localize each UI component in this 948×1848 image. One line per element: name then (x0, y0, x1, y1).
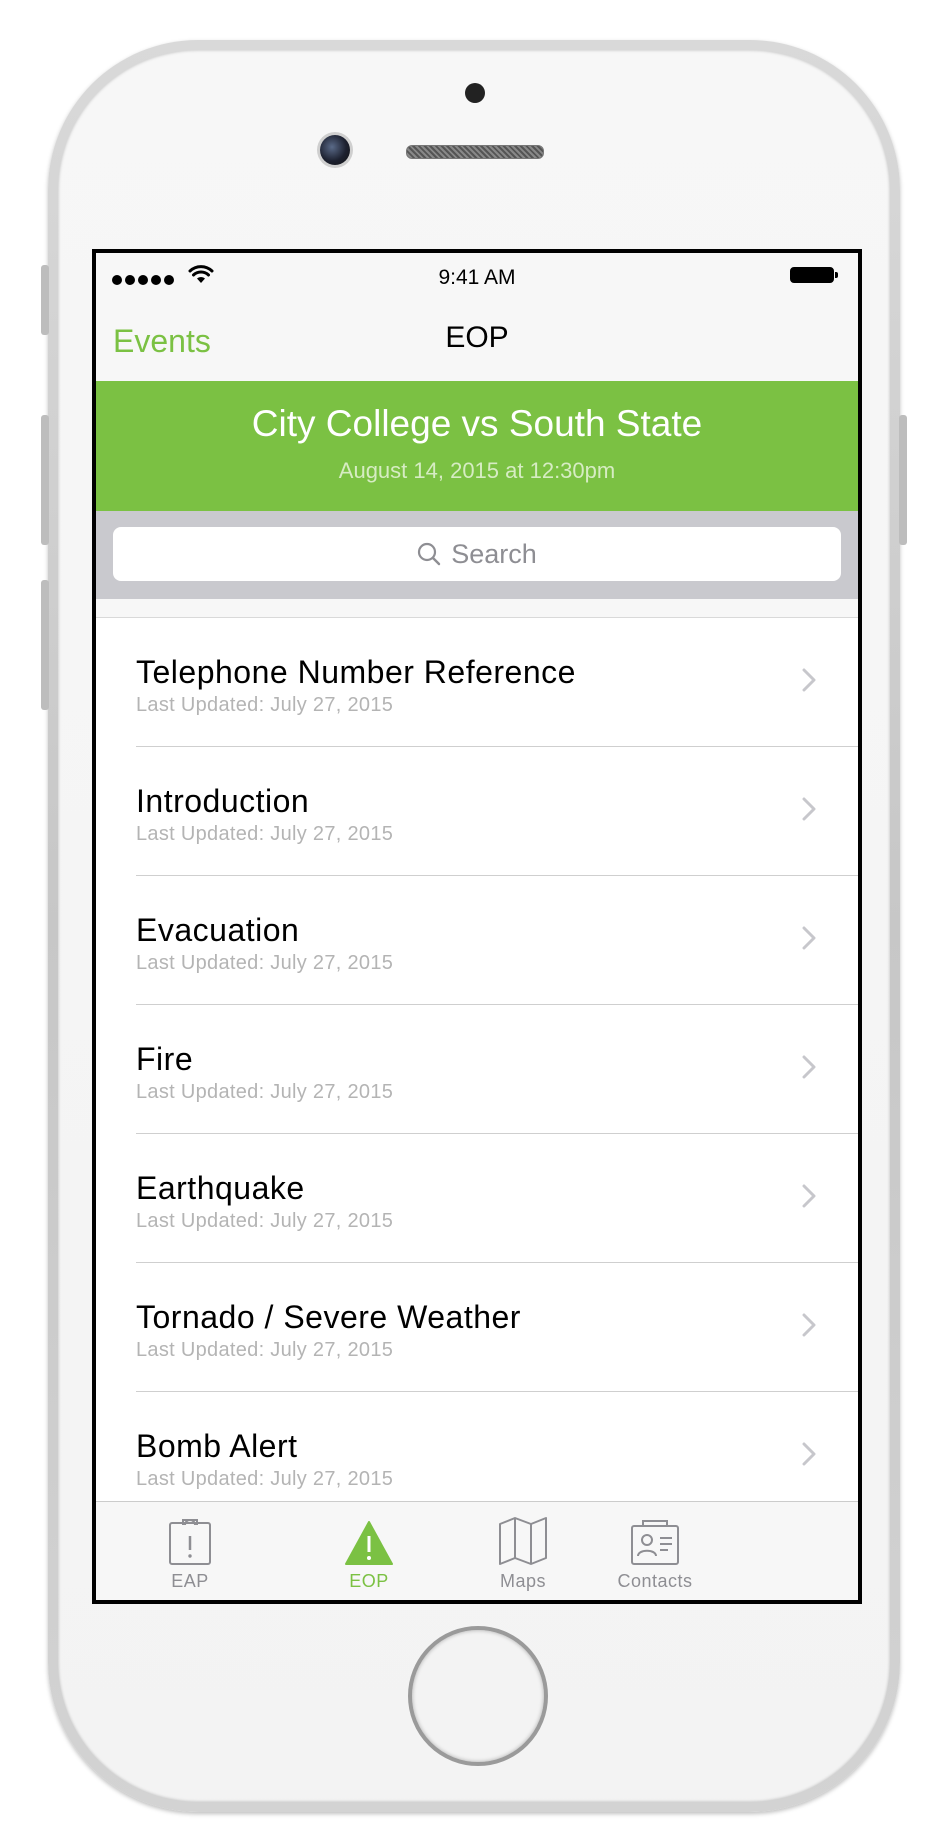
tab-eop[interactable]: EOP (294, 1502, 444, 1600)
chevron-right-icon (802, 797, 816, 821)
item-title: Bomb Alert (136, 1428, 298, 1464)
eop-list: Telephone Number Reference Last Updated:… (96, 618, 858, 1521)
chevron-right-icon (802, 668, 816, 692)
item-title: Evacuation (136, 912, 300, 948)
list-header-spacer (96, 599, 858, 618)
chevron-right-icon (802, 1184, 816, 1208)
search-placeholder: Search (451, 538, 537, 569)
item-last-updated: Last Updated: July 27, 2015 (136, 1468, 394, 1490)
status-time: 9:41 AM (438, 266, 516, 289)
item-last-updated: Last Updated: July 27, 2015 (136, 952, 394, 974)
search-icon (418, 542, 441, 566)
front-camera-icon (320, 135, 350, 165)
tab-label: EOP (349, 1571, 389, 1591)
chevron-right-icon (802, 1055, 816, 1079)
list-item[interactable]: Evacuation Last Updated: July 27, 2015 (96, 876, 858, 1005)
home-button[interactable] (408, 1626, 548, 1766)
map-icon (499, 1517, 547, 1565)
clipboard-alert-icon (169, 1519, 211, 1565)
list-item[interactable]: Earthquake Last Updated: July 27, 2015 (96, 1134, 858, 1263)
search-input[interactable]: Search (113, 527, 841, 581)
item-title: Tornado / Severe Weather (136, 1299, 521, 1335)
status-bar: 9:41 AM (96, 253, 858, 293)
item-last-updated: Last Updated: July 27, 2015 (136, 694, 394, 716)
item-last-updated: Last Updated: July 27, 2015 (136, 1210, 394, 1232)
power-button (899, 415, 907, 545)
navigation-bar: Events EOP (96, 293, 858, 381)
list-item[interactable]: Telephone Number Reference Last Updated:… (96, 618, 858, 747)
tab-maps[interactable]: Maps (448, 1502, 598, 1600)
item-title: Fire (136, 1041, 194, 1077)
event-title: City College vs South State (251, 403, 703, 444)
tab-eap[interactable]: EAP (115, 1502, 265, 1600)
item-title: Earthquake (136, 1170, 305, 1206)
volume-down-button (41, 580, 49, 710)
tab-label: Contacts (617, 1571, 693, 1591)
proximity-sensor (465, 83, 485, 103)
search-bar: Search (96, 511, 858, 599)
chevron-right-icon (802, 926, 816, 950)
item-title: Telephone Number Reference (136, 654, 576, 690)
list-item[interactable]: Fire Last Updated: July 27, 2015 (96, 1005, 858, 1134)
contact-card-icon (631, 1520, 679, 1565)
warning-triangle-icon (345, 1521, 393, 1565)
page-title: EOP (445, 321, 509, 354)
chevron-right-icon (802, 1313, 816, 1337)
item-last-updated: Last Updated: July 27, 2015 (136, 1339, 394, 1361)
tab-label: Maps (499, 1571, 546, 1591)
item-last-updated: Last Updated: July 27, 2015 (136, 1081, 394, 1103)
earpiece-speaker (406, 145, 544, 159)
screen: 9:41 AM Events EOP City College vs South… (92, 249, 862, 1604)
event-date: August 14, 2015 at 12:30pm (338, 458, 616, 483)
tab-bar: EAP EOP Maps Contacts (96, 1501, 858, 1600)
item-last-updated: Last Updated: July 27, 2015 (136, 823, 394, 845)
mute-switch (41, 265, 49, 335)
tab-contacts[interactable]: Contacts (580, 1502, 730, 1600)
event-banner: City College vs South State August 14, 2… (96, 381, 858, 511)
volume-up-button (41, 415, 49, 545)
list-item[interactable]: Introduction Last Updated: July 27, 2015 (96, 747, 858, 876)
battery-icon (790, 267, 838, 283)
item-title: Introduction (136, 783, 310, 819)
chevron-right-icon (802, 1442, 816, 1466)
tab-label: EAP (171, 1571, 209, 1591)
list-item[interactable]: Tornado / Severe Weather Last Updated: J… (96, 1263, 858, 1392)
